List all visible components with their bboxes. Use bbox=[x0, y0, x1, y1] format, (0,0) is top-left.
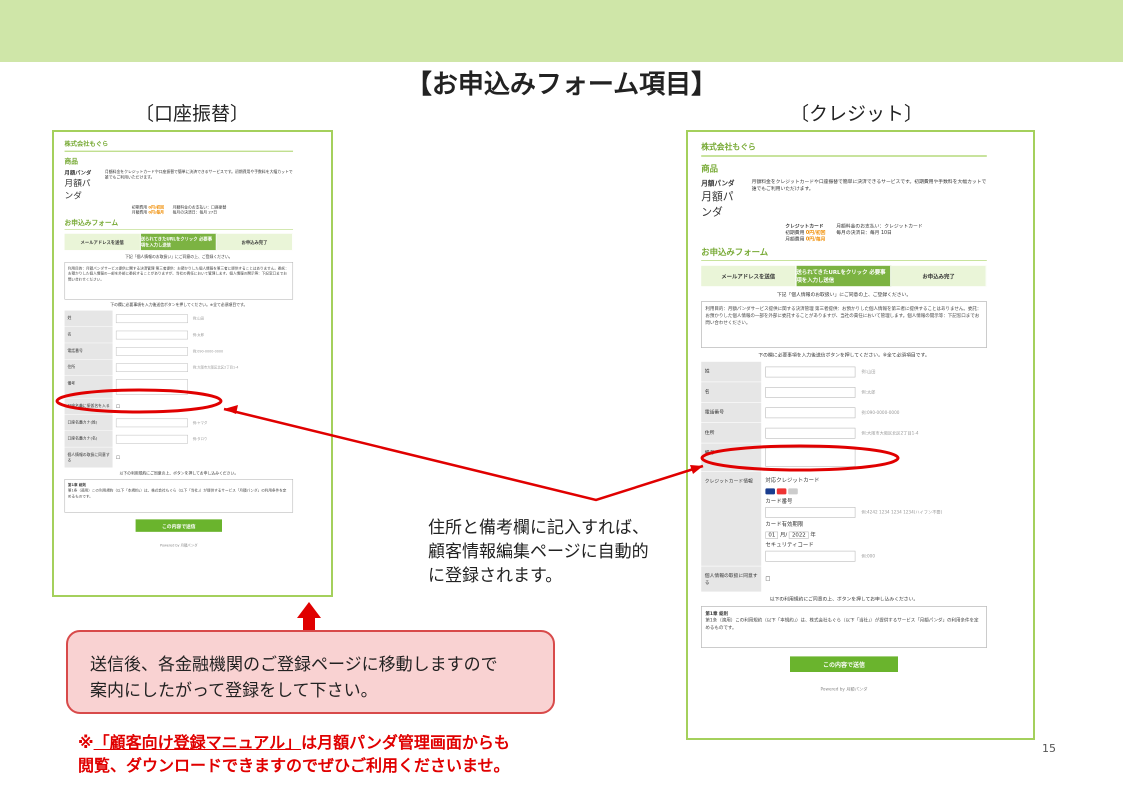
page-number: 15 bbox=[1042, 742, 1056, 755]
manual-notice: ※「顧客向け登録マニュアル」は月額パンダ管理画面からも 閲覧、ダウンロードできま… bbox=[78, 733, 510, 775]
info-box: 送信後、各金融機関のご登録ページに移動しますので 案内にしたがって登録をして下さ… bbox=[66, 630, 555, 714]
manual-link[interactable]: 「顧客向け登録マニュアル」 bbox=[94, 733, 302, 752]
right-remarks-highlight-ellipse bbox=[700, 444, 900, 472]
connector-arrow bbox=[223, 407, 704, 502]
arrow-head-left bbox=[224, 405, 238, 414]
arrow-head-right bbox=[690, 465, 703, 474]
callout-text: 住所と備考欄に記入すれば、 顧客情報編集ページに自動的 に登録されます。 bbox=[428, 518, 649, 586]
left-remarks-highlight-ellipse bbox=[55, 388, 223, 414]
up-arrow-icon bbox=[297, 602, 321, 631]
